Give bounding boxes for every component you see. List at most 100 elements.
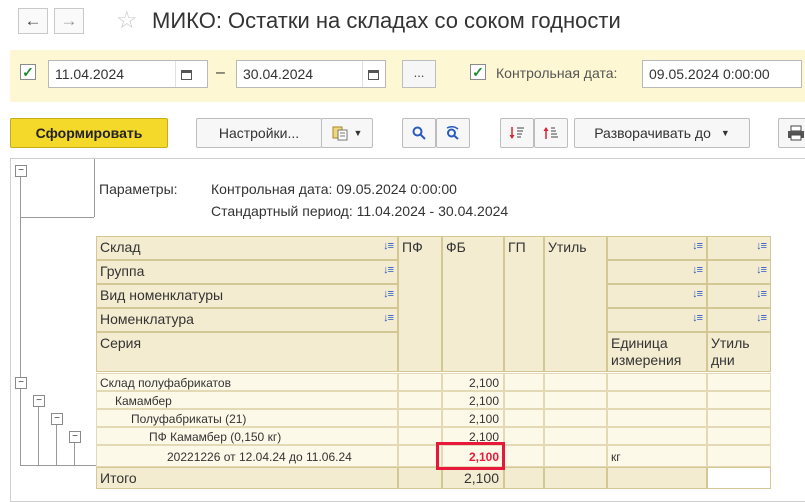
util-cell[interactable] <box>544 391 607 409</box>
row-label-0[interactable]: Склад полуфабрикатов <box>96 373 398 391</box>
header-sklad[interactable]: Склад ↓≡ <box>96 236 398 260</box>
header-unit-sort-2[interactable]: ↓≡ <box>607 260 707 284</box>
params-label: Параметры: <box>99 181 178 197</box>
gp-cell[interactable] <box>504 445 544 467</box>
util-days-cell[interactable] <box>707 445 771 467</box>
header-unit-sort-1[interactable]: ↓≡ <box>607 236 707 260</box>
unit-cell[interactable] <box>607 391 707 409</box>
header-unit-sort-3[interactable]: ↓≡ <box>607 284 707 308</box>
total-util-days[interactable] <box>707 467 771 489</box>
gp-cell[interactable] <box>504 373 544 391</box>
header-gruppa[interactable]: Группа ↓≡ <box>96 260 398 284</box>
header-seriya[interactable]: Серия <box>96 332 398 372</box>
sort-desc-button[interactable] <box>500 118 534 148</box>
sort-icon[interactable]: ↓≡ <box>692 312 703 324</box>
sort-asc-button[interactable] <box>534 118 568 148</box>
settings-button[interactable]: Настройки... <box>196 118 322 148</box>
total-unit[interactable] <box>607 467 707 489</box>
collapse-icon[interactable]: − <box>69 431 81 443</box>
total-pf[interactable] <box>398 467 442 489</box>
header-pf[interactable]: ПФ <box>398 236 442 372</box>
util-cell[interactable] <box>544 445 607 467</box>
header-unit[interactable]: Единица измерения <box>607 332 707 372</box>
sort-icon[interactable]: ↓≡ <box>383 312 394 324</box>
util-cell[interactable] <box>544 409 607 427</box>
sort-icon[interactable]: ↓≡ <box>756 288 767 300</box>
sort-icon[interactable]: ↓≡ <box>692 240 703 252</box>
collapse-icon[interactable]: − <box>51 413 63 425</box>
fb-cell-2[interactable]: 2,100 <box>442 409 504 427</box>
header-gp[interactable]: ГП <box>504 236 544 372</box>
search-button[interactable] <box>402 118 436 148</box>
header-util-days-sort-1[interactable]: ↓≡ <box>707 236 771 260</box>
param-control-date: Контрольная дата: 09.05.2024 0:00:00 <box>211 181 457 197</box>
util-days-cell[interactable] <box>707 391 771 409</box>
util-days-cell[interactable] <box>707 373 771 391</box>
util-days-cell[interactable] <box>707 427 771 445</box>
sort-icon[interactable]: ↓≡ <box>756 312 767 324</box>
favorite-star-icon[interactable]: ☆ <box>116 6 138 35</box>
expand-to-button[interactable]: Разворачивать до ▼ <box>574 118 750 148</box>
control-date-field[interactable]: 09.05.2024 0:00:00 <box>642 60 802 88</box>
unit-cell-4[interactable]: кг <box>607 445 707 467</box>
unit-cell[interactable] <box>607 373 707 391</box>
period-checkbox[interactable]: ✓ <box>20 64 36 80</box>
pf-cell[interactable] <box>398 391 442 409</box>
sort-icon[interactable]: ↓≡ <box>756 264 767 276</box>
header-fb[interactable]: ФБ <box>442 236 504 372</box>
header-util[interactable]: Утиль <box>544 236 607 372</box>
row-label-4[interactable]: 20221226 от 12.04.24 до 11.06.24 <box>96 445 398 467</box>
variant-menu-button[interactable]: ▼ <box>321 118 373 148</box>
period-select-button[interactable]: ... <box>402 60 436 88</box>
arrow-left-icon: ← <box>24 11 42 30</box>
search-icon <box>412 126 426 140</box>
gp-cell[interactable] <box>504 427 544 445</box>
unit-cell[interactable] <box>607 427 707 445</box>
row-label-2[interactable]: Полуфабрикаты (21) <box>96 409 398 427</box>
collapse-icon[interactable]: − <box>15 165 27 177</box>
util-cell[interactable] <box>544 373 607 391</box>
fb-cell-0[interactable]: 2,100 <box>442 373 504 391</box>
total-fb[interactable]: 2,100 <box>442 467 504 489</box>
header-unit-sort-4[interactable]: ↓≡ <box>607 308 707 332</box>
forward-button[interactable]: → <box>54 8 84 34</box>
collapse-icon[interactable]: − <box>15 377 27 389</box>
collapse-icon[interactable]: − <box>33 395 45 407</box>
pf-cell[interactable] <box>398 373 442 391</box>
fb-cell-1[interactable]: 2,100 <box>442 391 504 409</box>
gp-cell[interactable] <box>504 391 544 409</box>
search-next-button[interactable] <box>436 118 470 148</box>
calendar-icon <box>181 69 192 80</box>
sort-icon[interactable]: ↓≡ <box>756 240 767 252</box>
printer-icon <box>788 125 804 141</box>
back-button[interactable]: ← <box>18 8 48 34</box>
sort-icon[interactable]: ↓≡ <box>692 288 703 300</box>
total-label[interactable]: Итого <box>96 467 398 489</box>
sort-icon[interactable]: ↓≡ <box>383 240 394 252</box>
util-cell[interactable] <box>544 427 607 445</box>
generate-button[interactable]: Сформировать <box>10 118 168 148</box>
header-util-days-sort-2[interactable]: ↓≡ <box>707 260 771 284</box>
report-variant-icon <box>332 126 348 141</box>
header-util-days-sort-4[interactable]: ↓≡ <box>707 308 771 332</box>
row-label-3[interactable]: ПФ Камамбер (0,150 кг) <box>96 427 398 445</box>
total-util[interactable] <box>544 467 607 489</box>
header-nomenklatura[interactable]: Номенклатура ↓≡ <box>96 308 398 332</box>
window-title: МИКО: Остатки на складах со соком годнос… <box>152 8 621 33</box>
util-days-cell[interactable] <box>707 409 771 427</box>
unit-cell[interactable] <box>607 409 707 427</box>
sort-icon[interactable]: ↓≡ <box>692 264 703 276</box>
sort-icon[interactable]: ↓≡ <box>383 288 394 300</box>
end-date-calendar-button[interactable] <box>362 61 384 87</box>
sort-icon[interactable]: ↓≡ <box>383 264 394 276</box>
control-date-checkbox[interactable]: ✓ <box>470 64 486 80</box>
pf-cell[interactable] <box>398 409 442 427</box>
total-gp[interactable] <box>504 467 544 489</box>
row-label-1[interactable]: Камамбер <box>96 391 398 409</box>
header-util-days[interactable]: Утиль дни <box>707 332 771 372</box>
header-vid[interactable]: Вид номенклатуры ↓≡ <box>96 284 398 308</box>
header-util-days-sort-3[interactable]: ↓≡ <box>707 284 771 308</box>
start-date-calendar-button[interactable] <box>175 61 197 87</box>
print-button[interactable] <box>778 118 805 148</box>
gp-cell[interactable] <box>504 409 544 427</box>
